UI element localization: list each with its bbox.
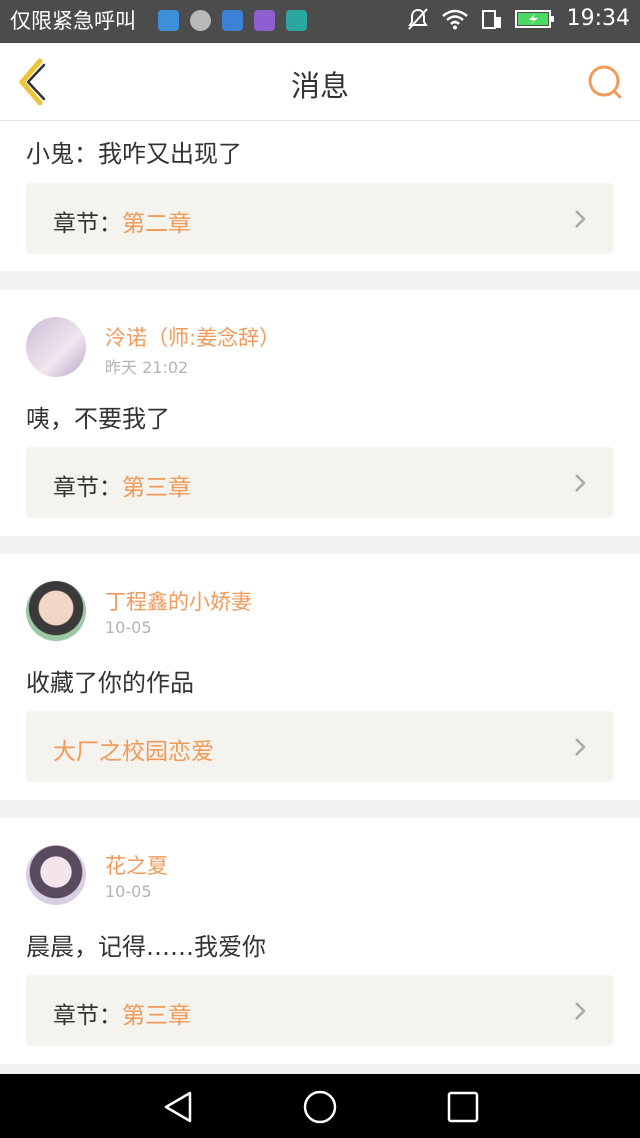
nav-recents-button[interactable] (446, 1090, 480, 1124)
clock: 19:34 (566, 6, 630, 31)
gallery-app-icon (222, 10, 243, 31)
chapter-label: 章节： (53, 475, 122, 501)
message-card: 花之夏 10-05 晨晨，记得……我爱你 章节：第三章 (0, 818, 640, 1064)
avatar[interactable] (26, 845, 86, 905)
wifi-icon (441, 9, 468, 29)
status-bar: 仅限紧急呼叫 19:34 (0, 0, 640, 43)
message-text: 收藏了你的作品 (26, 669, 194, 697)
health-app-icon (158, 10, 179, 31)
chapter-name: 第三章 (122, 1003, 191, 1029)
battery-icon (514, 9, 554, 28)
keyboard-app-icon (254, 10, 275, 31)
avatar-app-icon (190, 10, 211, 31)
message-time: 10-05 (105, 618, 152, 637)
notification-icons (158, 10, 307, 31)
username[interactable]: 花之夏 (105, 850, 168, 880)
nav-home-button[interactable] (302, 1090, 338, 1124)
chapter-link[interactable]: 章节：第三章 (26, 447, 613, 518)
work-name: 大厂之校园恋爱 (53, 739, 214, 765)
message-card: 丁程鑫的小娇妻 10-05 收藏了你的作品 大厂之校园恋爱 (0, 554, 640, 800)
work-link[interactable]: 大厂之校园恋爱 (26, 711, 613, 782)
message-text: 晨晨，记得……我爱你 (26, 933, 266, 961)
message-text: 小鬼：我咋又出现了 (26, 140, 242, 168)
chapter-link[interactable]: 章节：第三章 (26, 975, 613, 1046)
message-list: 小鬼：我咋又出现了 章节：第二章 泠诺（师:姜念辞） 昨天 21:02 咦，不要… (0, 121, 640, 1074)
system-nav-bar (0, 1074, 640, 1138)
shield-app-icon (286, 10, 307, 31)
message-time: 10-05 (105, 882, 152, 901)
avatar[interactable] (26, 317, 86, 377)
chevron-right-icon (575, 210, 586, 228)
chapter-label: 章节： (53, 211, 122, 237)
message-text: 咦，不要我了 (26, 405, 170, 433)
username[interactable]: 泠诺（师:姜念辞） (105, 322, 280, 352)
message-card: 泠诺（师:姜念辞） 昨天 21:02 咦，不要我了 章节：第三章 (0, 290, 640, 536)
sim-signal-icon (481, 9, 501, 29)
chevron-right-icon (575, 474, 586, 492)
header: 消息 (0, 43, 640, 121)
chapter-link[interactable]: 章节：第二章 (26, 183, 613, 254)
chapter-name: 第三章 (122, 475, 191, 501)
message-time: 昨天 21:02 (105, 358, 189, 377)
nav-back-button[interactable] (160, 1090, 196, 1124)
carrier-text: 仅限紧急呼叫 (10, 9, 136, 33)
chapter-name: 第二章 (122, 211, 191, 237)
chevron-right-icon (575, 738, 586, 756)
avatar[interactable] (26, 581, 86, 641)
username[interactable]: 丁程鑫的小娇妻 (105, 586, 252, 616)
message-card: 小鬼：我咋又出现了 章节：第二章 (0, 121, 640, 271)
chapter-label: 章节： (53, 1003, 122, 1029)
page-title: 消息 (290, 69, 349, 103)
chevron-right-icon (575, 1002, 586, 1020)
mute-icon (407, 7, 428, 30)
search-icon[interactable] (586, 63, 624, 101)
